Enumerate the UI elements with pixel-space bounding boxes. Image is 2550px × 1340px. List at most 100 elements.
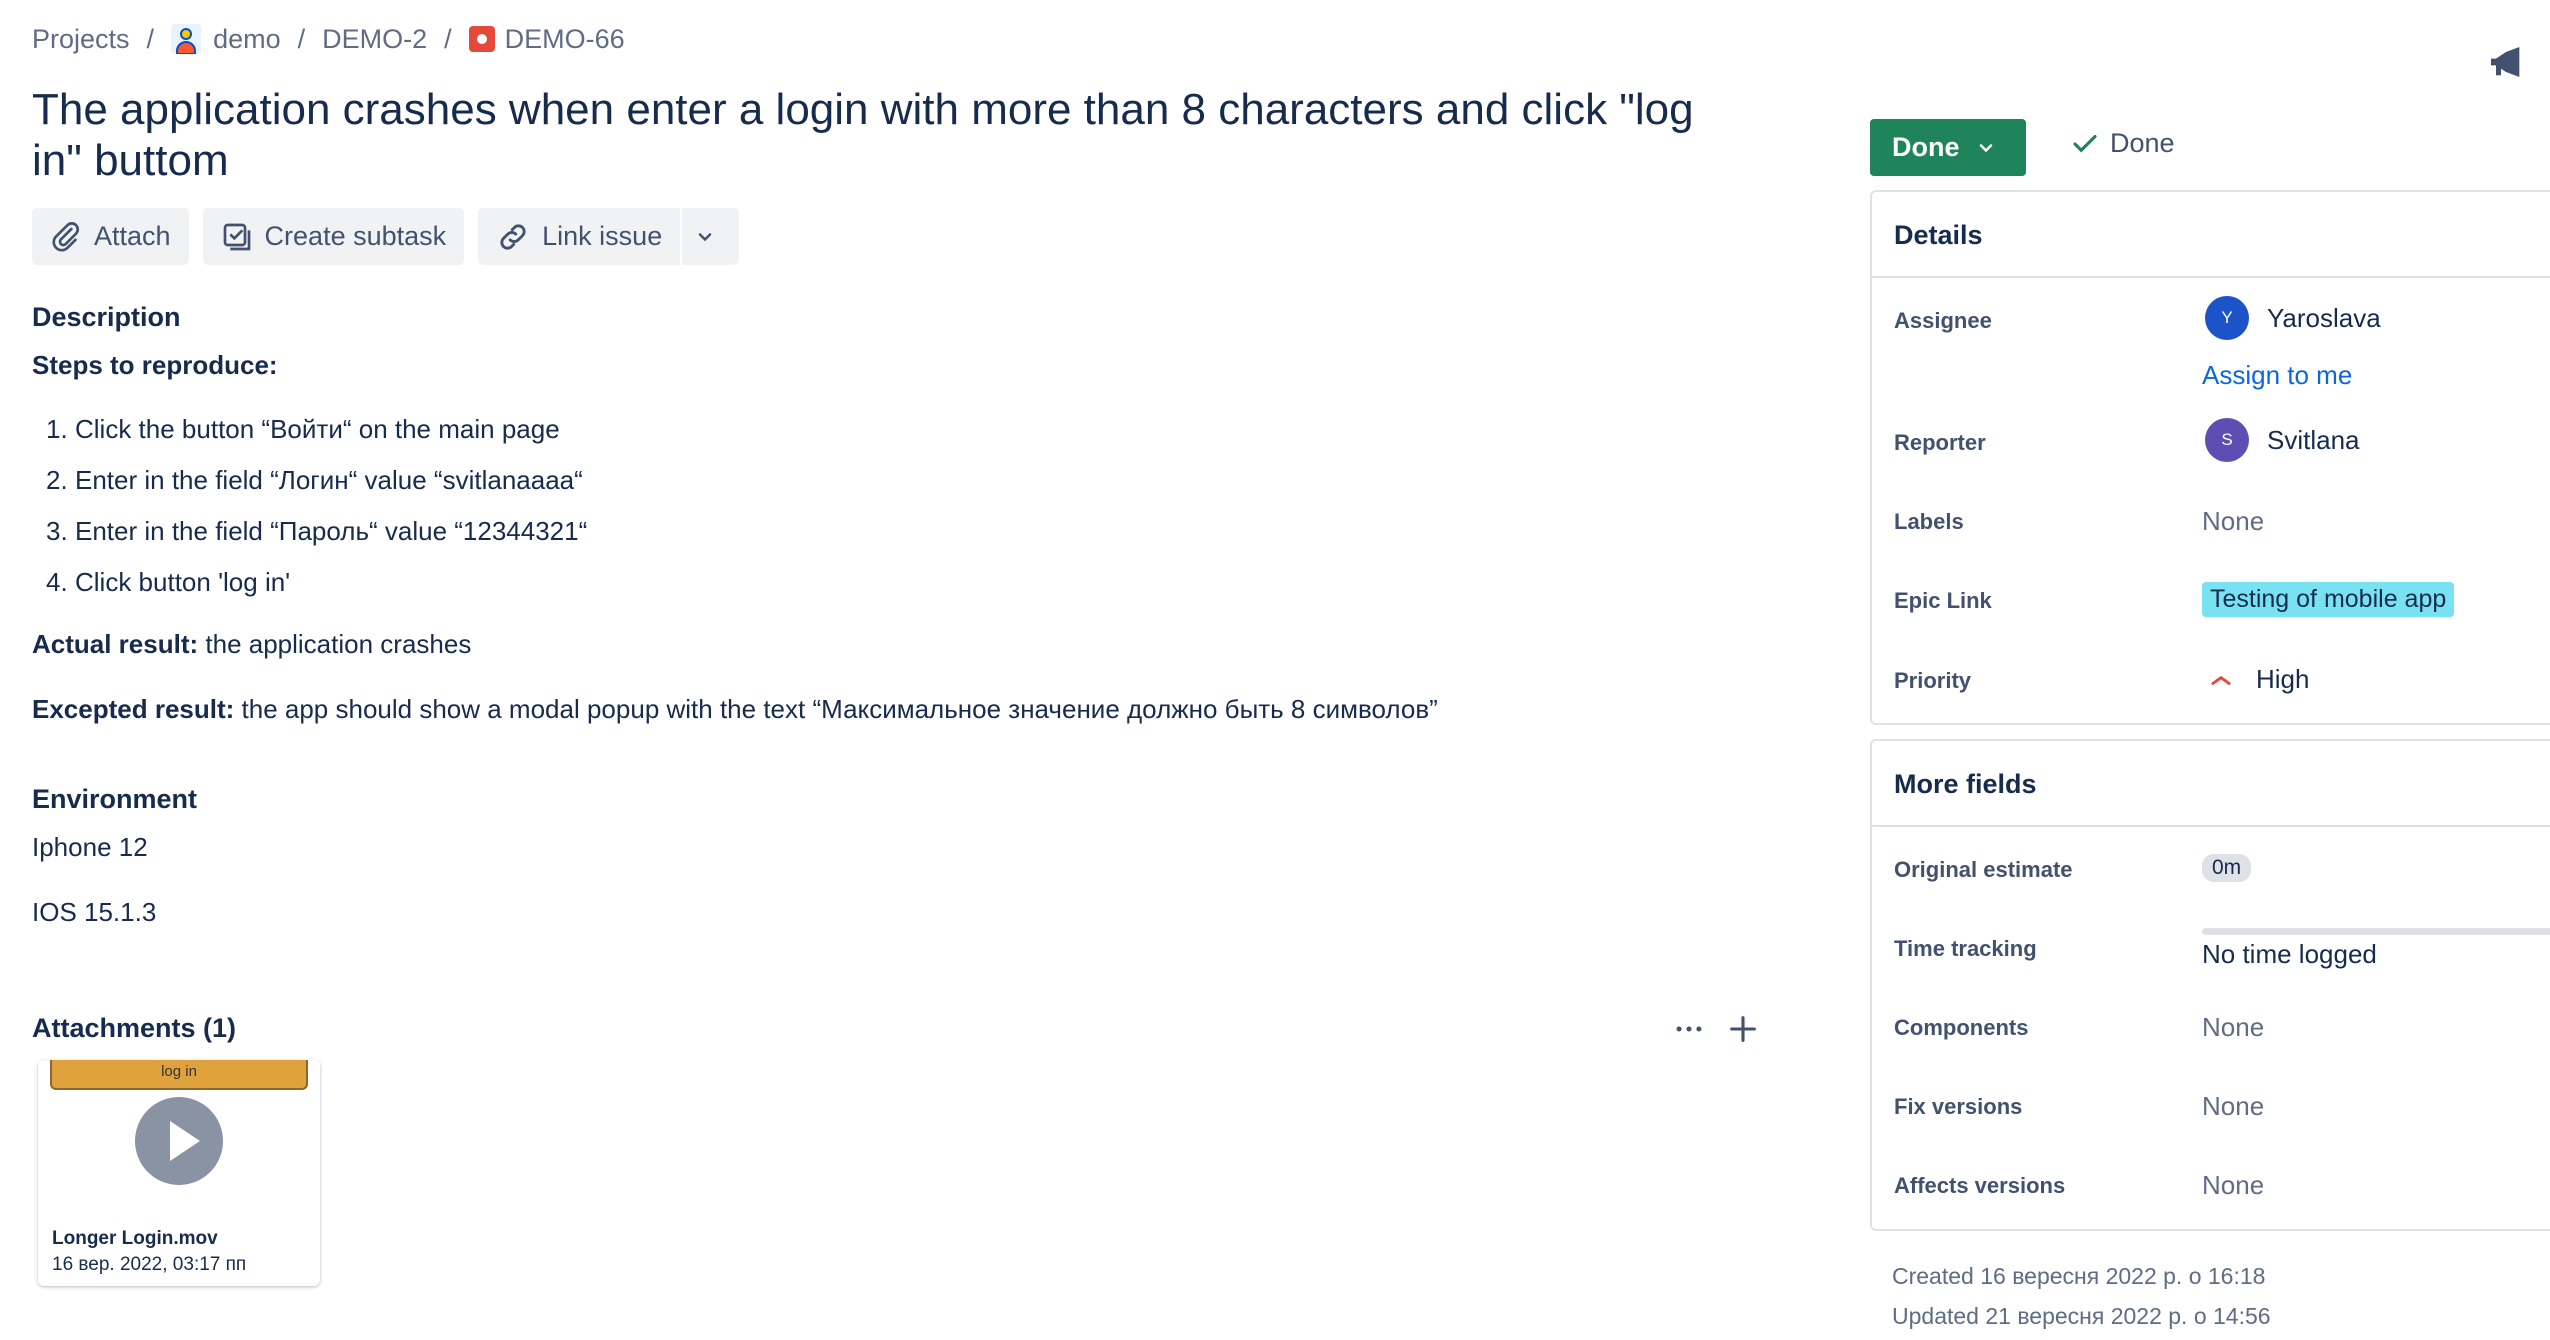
- steps-heading: Steps to reproduce:: [32, 350, 278, 380]
- description-heading: Description: [32, 302, 181, 332]
- breadcrumb-separator: /: [444, 23, 452, 54]
- link-issue-button[interactable]: Link issue: [478, 208, 681, 265]
- priority-high-icon: [2211, 675, 2231, 685]
- list-item: 1. Click the button “Войти“ on the main p…: [46, 412, 587, 463]
- step-number: 2.: [46, 465, 68, 495]
- reporter-value[interactable]: S Svitlana: [2202, 418, 2360, 462]
- attachment-thumbnail: log in: [38, 1060, 320, 1230]
- issue-actions-toolbar: Attach Create subtask Link issue: [32, 208, 753, 265]
- plus-icon: [1730, 1016, 1756, 1042]
- assignee-name: Yaroslava: [2267, 302, 2381, 333]
- attachment-card[interactable]: log in Longer Login.mov 16 вер. 2022, 03…: [38, 1060, 320, 1286]
- breadcrumb-separator: /: [146, 23, 155, 54]
- chevron-down-icon: [698, 232, 711, 241]
- environment-line: IOS 15.1.3: [32, 897, 157, 927]
- step-number: 1.: [46, 414, 68, 444]
- assignee-label: Assignee: [1894, 308, 1992, 333]
- resolution: Done: [2070, 128, 2175, 159]
- environment-heading: Environment: [32, 784, 198, 814]
- steps-list: 1. Click the button “Войти“ on the main p…: [46, 412, 587, 616]
- step-text: Enter in the field “Логин“ value “svitla…: [75, 465, 583, 495]
- breadcrumb-issue-key[interactable]: DEMO-66: [468, 23, 625, 55]
- more-actions-button[interactable]: [682, 208, 740, 265]
- attach-button-label: Attach: [94, 221, 171, 251]
- list-item: 4. Click button 'log in': [46, 565, 587, 616]
- link-icon: [500, 223, 526, 250]
- reporter-name: Svitlana: [2267, 424, 2360, 455]
- avatar: S: [2205, 418, 2249, 462]
- breadcrumb-issue-key-label: DEMO-66: [504, 23, 625, 54]
- link-issue-button-label: Link issue: [542, 221, 663, 251]
- updated-timestamp: Updated 21 вересня 2022 р. о 14:56: [1892, 1303, 2271, 1329]
- attach-button[interactable]: Attach: [32, 208, 189, 265]
- resolution-label: Done: [2110, 128, 2175, 158]
- megaphone-icon[interactable]: [2486, 42, 2526, 82]
- reporter-label: Reporter: [1894, 430, 1986, 455]
- step-text: Click the button “Войти“ on the main pag…: [75, 414, 560, 444]
- step-number: 3.: [46, 516, 68, 546]
- actual-result: Actual result: the application crashes: [32, 629, 471, 660]
- priority-label: Priority: [1894, 668, 1972, 693]
- time-tracking-label: Time tracking: [1894, 936, 2037, 961]
- more-fields-heading[interactable]: More fields: [1872, 741, 2550, 827]
- add-attachment-button[interactable]: [1726, 1012, 1760, 1046]
- expected-result: Excepted result: the app should show a m…: [32, 694, 1438, 725]
- epic-tag[interactable]: Testing of mobile app: [2202, 582, 2455, 617]
- created-timestamp: Created 16 вересня 2022 р. о 16:18: [1892, 1263, 2266, 1289]
- details-heading[interactable]: Details: [1872, 192, 2550, 278]
- attachment-name: Longer Login.mov: [52, 1228, 218, 1249]
- priority-value[interactable]: High: [2202, 664, 2309, 695]
- epic-link-value[interactable]: Testing of mobile app: [2202, 582, 2455, 617]
- attachments-more-button[interactable]: [1672, 1012, 1706, 1046]
- assign-to-me-link[interactable]: Assign to me: [2202, 360, 2352, 391]
- breadcrumb-project-demo[interactable]: demo: [171, 24, 281, 55]
- affects-versions-value[interactable]: None: [2202, 1170, 2264, 1201]
- fix-versions-value[interactable]: None: [2202, 1091, 2264, 1122]
- actual-result-text: the application crashes: [198, 629, 472, 659]
- original-estimate-label: Original estimate: [1894, 857, 2073, 882]
- time-tracking-value: No time logged: [2202, 939, 2377, 969]
- expected-result-label: Excepted result:: [32, 694, 235, 724]
- breadcrumb: Projects / demo / DEMO-2 / DEMO-66: [32, 22, 625, 56]
- issue-title[interactable]: The application crashes when enter a log…: [32, 84, 1732, 186]
- more-horizontal-icon: [1676, 1026, 1702, 1032]
- more-fields-panel: More fields Original estimate 0m Time tr…: [1870, 739, 2550, 1231]
- status-dropdown-button[interactable]: Done: [1870, 119, 2026, 176]
- labels-value[interactable]: None: [2202, 506, 2264, 537]
- breadcrumb-parent-issue[interactable]: DEMO-2: [322, 24, 427, 55]
- create-subtask-button-label: Create subtask: [264, 221, 447, 251]
- subtask-icon: [223, 223, 250, 250]
- breadcrumb-projects[interactable]: Projects: [32, 24, 130, 55]
- labels-label: Labels: [1894, 509, 1964, 534]
- status-label: Done: [1892, 132, 1960, 162]
- breadcrumb-separator: /: [297, 23, 306, 54]
- original-estimate-value[interactable]: 0m: [2202, 854, 2252, 882]
- project-avatar-icon: [171, 24, 202, 54]
- create-subtask-button[interactable]: Create subtask: [202, 208, 465, 265]
- breadcrumb-project-label: demo: [213, 23, 281, 54]
- expected-result-text: the app should show a modal popup with t…: [234, 694, 1438, 724]
- time-tracking-bar[interactable]: [2202, 928, 2550, 935]
- list-item: 2. Enter in the field “Логин“ value “svit…: [46, 463, 587, 514]
- play-icon[interactable]: [135, 1097, 223, 1185]
- epic-link-label: Epic Link: [1894, 588, 1992, 613]
- details-panel: Details Assignee Y Yaroslava Assign to m…: [1870, 190, 2550, 725]
- check-icon: [2073, 134, 2097, 152]
- priority-text: High: [2256, 664, 2310, 694]
- attachments-heading: Attachments (1): [32, 1013, 237, 1043]
- step-number: 4.: [46, 567, 68, 597]
- components-value[interactable]: None: [2202, 1012, 2264, 1043]
- estimate-badge: 0m: [2202, 854, 2252, 882]
- assignee-value[interactable]: Y Yaroslava: [2202, 296, 2381, 340]
- thumbnail-login-button-text: log in: [50, 1060, 308, 1090]
- fix-versions-label: Fix versions: [1894, 1094, 2023, 1119]
- environment-line: Iphone 12: [32, 832, 148, 862]
- bug-icon: [468, 26, 495, 52]
- attachment-date: 16 вер. 2022, 03:17 пп: [52, 1254, 247, 1275]
- list-item: 3. Enter in the field “Пароль“ value “123…: [46, 514, 587, 565]
- avatar: Y: [2205, 296, 2249, 340]
- actual-result-label: Actual result:: [32, 629, 199, 659]
- chevron-down-icon: [1979, 143, 1992, 152]
- affects-versions-label: Affects versions: [1894, 1173, 2066, 1198]
- step-text: Enter in the field “Пароль“ value “12344…: [75, 516, 588, 546]
